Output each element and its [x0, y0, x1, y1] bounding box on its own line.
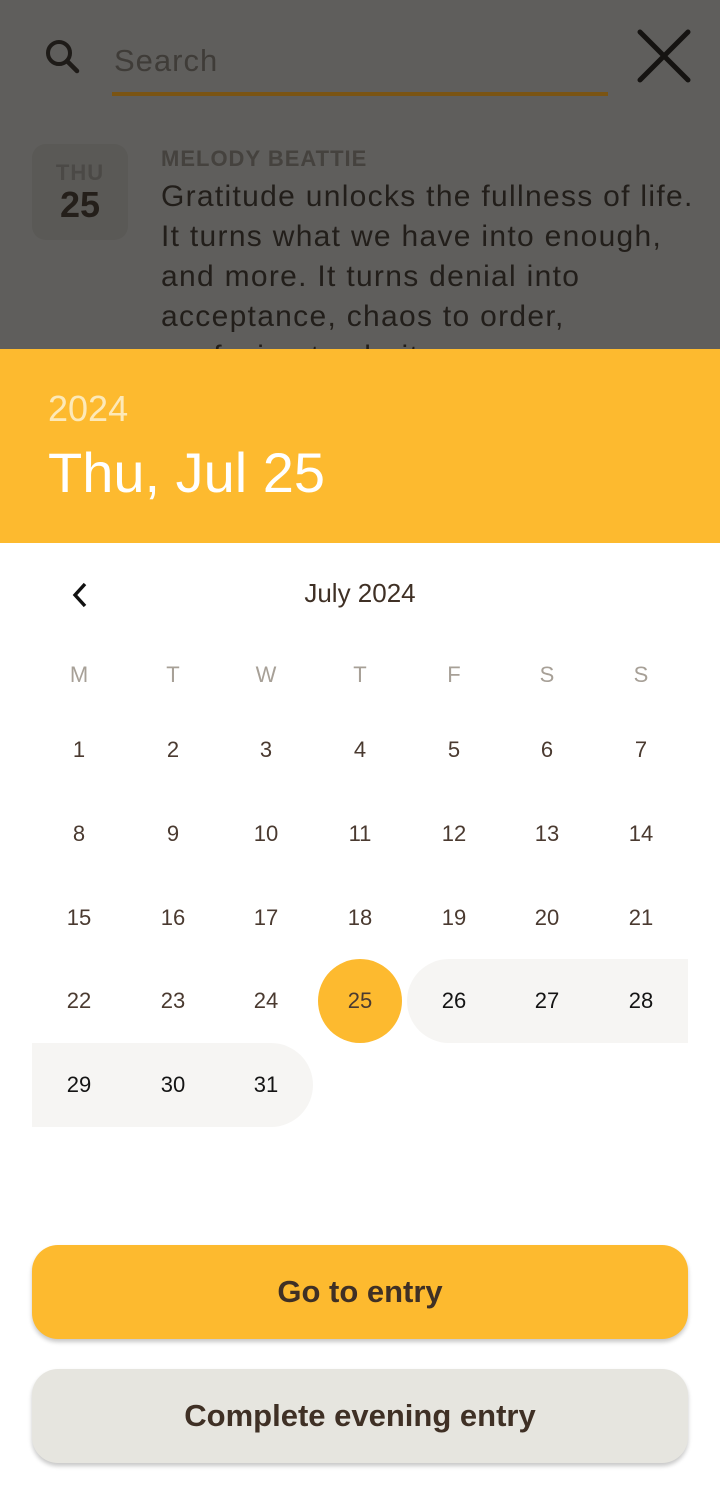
calendar-day[interactable]: 17 — [219, 876, 313, 960]
calendar-day[interactable]: 31 — [219, 1043, 313, 1127]
calendar-day[interactable]: 12 — [407, 792, 501, 876]
weekday-label: T — [166, 662, 180, 687]
calendar-day[interactable]: 10 — [219, 792, 313, 876]
go-to-entry-button[interactable]: Go to entry — [32, 1245, 688, 1339]
calendar-day[interactable]: 29 — [32, 1043, 126, 1127]
weekday-label: M — [69, 662, 89, 687]
calendar-day[interactable]: 8 — [32, 792, 126, 876]
calendar-day[interactable]: 3 — [219, 708, 313, 792]
weekday-label: F — [447, 662, 461, 687]
entry-author: MELODY BEATTIE — [161, 146, 368, 171]
month-title: July 2024 — [304, 578, 416, 608]
search-screen-backdrop: THU 25 MELODY BEATTIE Gratitude unlocks … — [0, 0, 720, 350]
calendar-day[interactable]: 21 — [594, 876, 688, 960]
calendar-day[interactable]: 30 — [126, 1043, 220, 1127]
calendar-day[interactable]: 26 — [407, 959, 501, 1043]
entry-quote[interactable]: Gratitude unlocks the fullness of life. … — [161, 177, 706, 350]
calendar-day[interactable]: 16 — [126, 876, 220, 960]
calendar-day[interactable]: 1 — [32, 708, 126, 792]
calendar-day[interactable]: 23 — [126, 959, 220, 1043]
calendar-day[interactable]: 20 — [500, 876, 594, 960]
weekday-label: T — [353, 662, 367, 687]
calendar-day[interactable]: 2 — [126, 708, 220, 792]
calendar-day[interactable]: 13 — [500, 792, 594, 876]
weekday-label: S — [539, 662, 555, 687]
picker-year[interactable]: 2024 — [48, 388, 128, 430]
calendar-day[interactable]: 9 — [126, 792, 220, 876]
calendar-day[interactable]: 18 — [313, 876, 407, 960]
calendar-day[interactable]: 5 — [407, 708, 501, 792]
calendar-day[interactable]: 22 — [32, 959, 126, 1043]
weekday-label: W — [255, 662, 277, 687]
calendar-day[interactable]: 24 — [219, 959, 313, 1043]
calendar-day-selected[interactable]: 25 — [313, 959, 407, 1043]
calendar-day[interactable]: 6 — [500, 708, 594, 792]
complete-evening-entry-button[interactable]: Complete evening entry — [32, 1369, 688, 1463]
close-icon[interactable] — [632, 24, 696, 88]
entry-day-of-week: THU — [55, 160, 105, 185]
picker-selected-date: Thu, Jul 25 — [48, 441, 326, 504]
calendar-day[interactable]: 4 — [313, 708, 407, 792]
calendar-day[interactable]: 15 — [32, 876, 126, 960]
entry-date-badge: THU 25 — [32, 144, 128, 240]
entry-day: 25 — [59, 184, 101, 225]
calendar-day[interactable]: 19 — [407, 876, 501, 960]
calendar-day[interactable]: 14 — [594, 792, 688, 876]
calendar-day[interactable]: 28 — [594, 959, 688, 1043]
search-input[interactable] — [112, 30, 608, 96]
calendar-day[interactable]: 7 — [594, 708, 688, 792]
calendar-day[interactable]: 27 — [500, 959, 594, 1043]
weekday-label: S — [633, 662, 649, 687]
search-icon — [40, 34, 84, 78]
calendar-day[interactable]: 11 — [313, 792, 407, 876]
